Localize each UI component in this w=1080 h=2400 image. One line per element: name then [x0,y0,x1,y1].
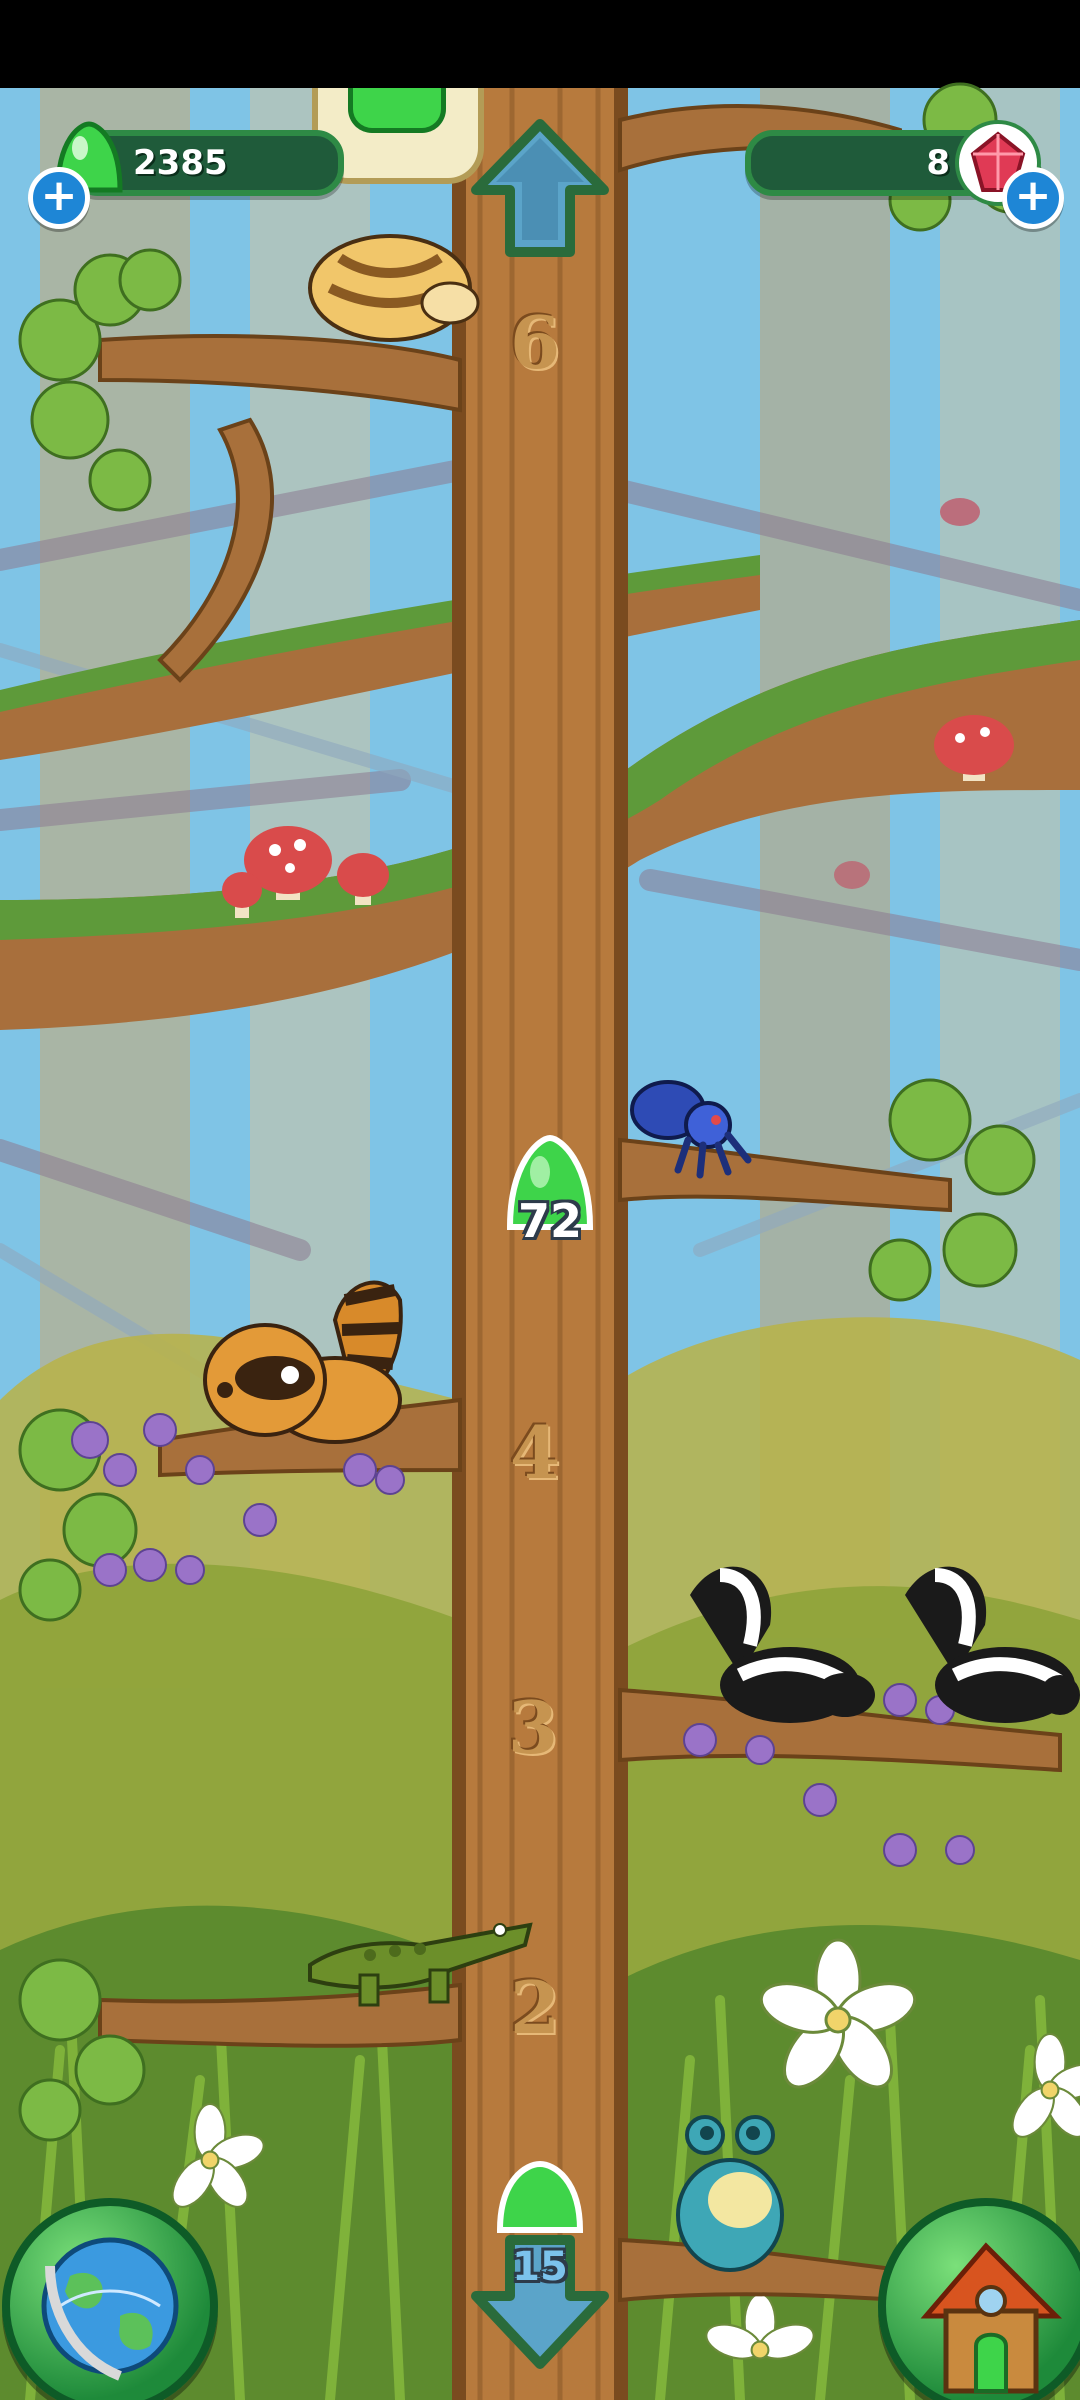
level-marker-4: 4 [510,1410,561,1495]
blue-frog[interactable] [665,2105,795,2275]
gum-drop-count: 72 [517,1194,582,1248]
level-marker-3: 3 [508,1685,559,1770]
descend-button[interactable]: 15 [470,2160,610,2370]
add-gum-button[interactable]: + [28,167,90,229]
raccoon[interactable] [195,1260,405,1450]
level-marker-6: 6 [510,300,561,385]
up-arrow-icon[interactable] [470,118,610,258]
skunk-left[interactable] [680,1555,880,1735]
gum-drop-pickup[interactable]: 72 [500,1132,600,1262]
world-map-button[interactable] [2,2198,218,2400]
skunk-right[interactable] [895,1555,1080,1735]
add-gem-button[interactable]: + [1002,167,1064,229]
gum-count: 2385 [133,143,228,183]
descend-gum-count: 15 [512,2244,568,2290]
game-screen: 6 4 3 2 72 2385 + 8 + 15 [0,0,1080,2400]
globe-icon [41,2237,179,2381]
home-button[interactable] [878,2198,1080,2400]
green-gum-icon [348,88,446,133]
blue-spider[interactable] [628,1070,758,1180]
gem-count: 8 [926,143,950,183]
sleeping-chipmunk[interactable] [300,218,480,343]
treehouse-icon [920,2242,1063,2394]
crocodile[interactable] [300,1885,540,2015]
